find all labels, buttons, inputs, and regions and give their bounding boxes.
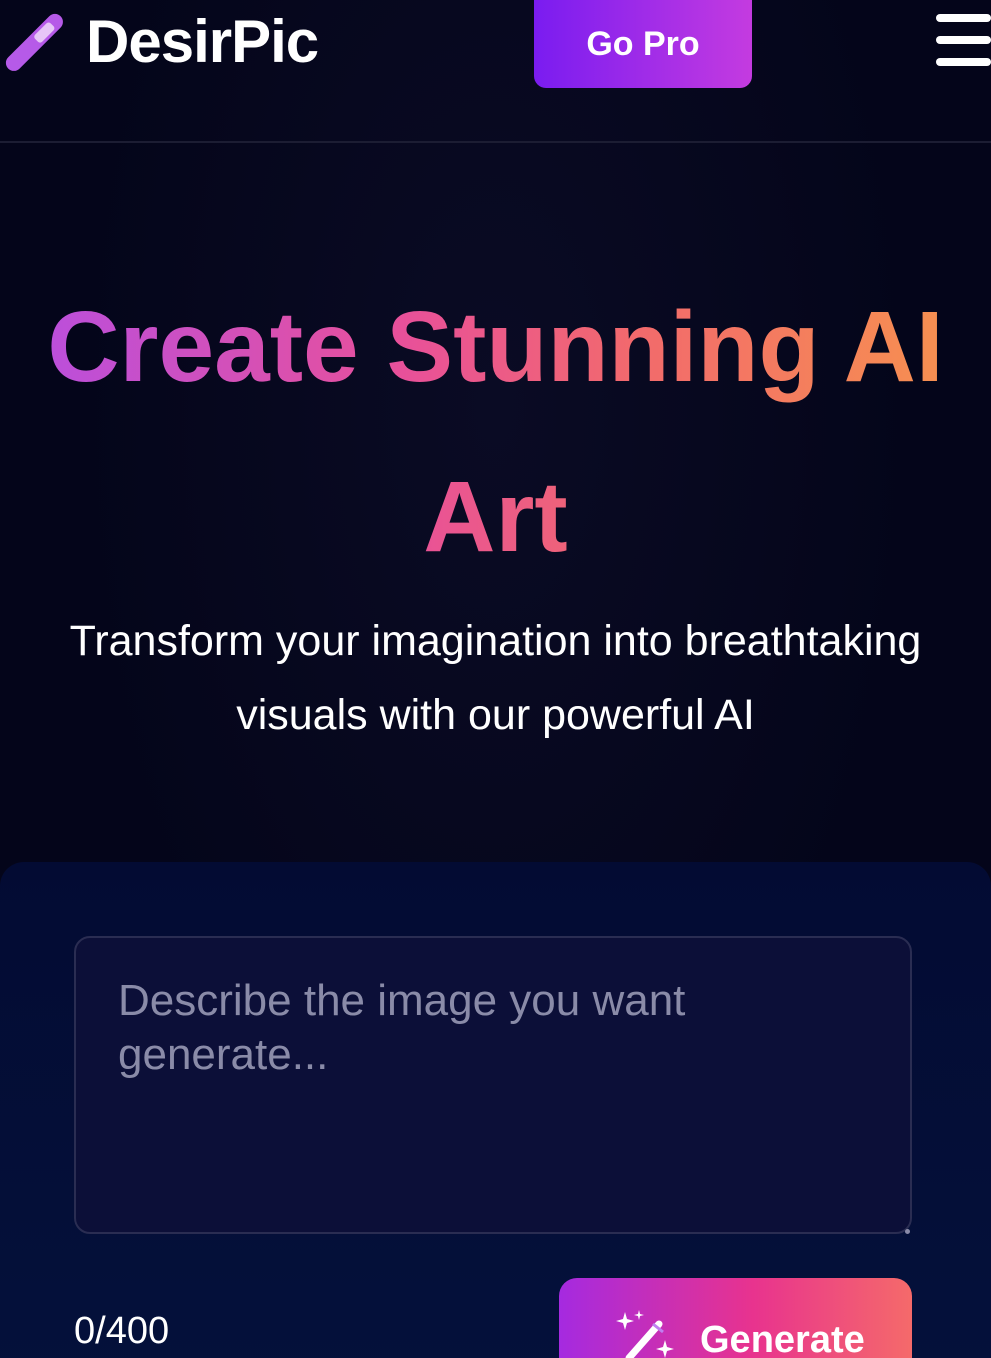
generate-button[interactable]: Generate bbox=[559, 1278, 912, 1358]
go-pro-button[interactable]: Go Pro bbox=[534, 0, 752, 88]
hero-subtitle: Transform your imagination into breathta… bbox=[69, 617, 922, 739]
hero-title: Create Stunning AI Art bbox=[20, 262, 971, 602]
resize-handle[interactable] bbox=[905, 1229, 910, 1234]
brand-name[interactable]: DesirPic bbox=[86, 6, 319, 78]
character-counter: 0/400 bbox=[74, 1310, 170, 1352]
pen-icon bbox=[5, 13, 63, 71]
generate-label: Generate bbox=[700, 1319, 865, 1358]
hamburger-menu-icon[interactable] bbox=[934, 14, 991, 70]
page: DesirPic Go Pro Create Stunning AI Art T… bbox=[0, 0, 991, 1358]
prompt-input[interactable] bbox=[74, 936, 912, 1234]
app-header: DesirPic Go Pro bbox=[0, 0, 991, 143]
magic-wand-icon bbox=[616, 1310, 674, 1358]
